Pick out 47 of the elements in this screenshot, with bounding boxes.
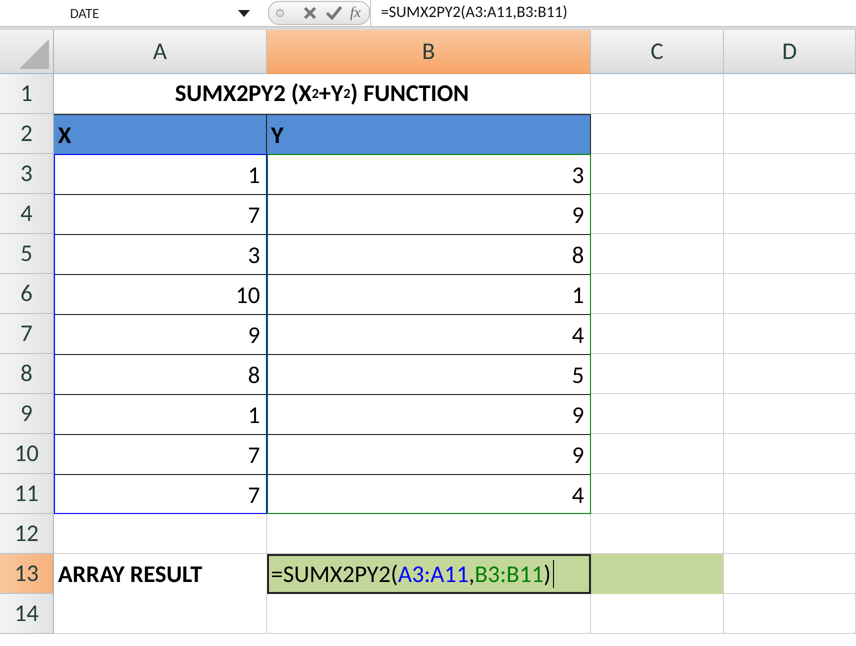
empty-cell[interactable] xyxy=(724,514,856,554)
empty-cell[interactable] xyxy=(724,594,856,634)
column-header[interactable]: D xyxy=(724,30,856,74)
formula-input-cell[interactable]: =SUMX2PY2(A3:A11,B3:B11) xyxy=(267,554,724,594)
row-header[interactable]: 8 xyxy=(0,354,54,394)
empty-cell[interactable] xyxy=(724,434,856,474)
empty-cell[interactable] xyxy=(724,154,856,194)
row-header[interactable]: 6 xyxy=(0,274,54,314)
check-icon[interactable] xyxy=(325,5,343,21)
row-header[interactable]: 11 xyxy=(0,474,54,514)
row-header[interactable]: 13 xyxy=(0,554,54,594)
table-header-cell: X xyxy=(54,114,267,154)
result-label: ARRAY RESULT xyxy=(57,558,204,590)
empty-cell[interactable] xyxy=(724,274,856,314)
row-header[interactable]: 12 xyxy=(0,514,54,554)
row-header[interactable]: 10 xyxy=(0,434,54,474)
empty-cell[interactable] xyxy=(724,234,856,274)
row-header[interactable]: 7 xyxy=(0,314,54,354)
empty-cell[interactable] xyxy=(267,594,591,634)
grip-icon xyxy=(275,8,285,18)
empty-cell[interactable] xyxy=(724,74,856,114)
insert-function-button[interactable]: fx xyxy=(350,4,361,22)
triangle-icon xyxy=(19,39,49,69)
row-header[interactable]: 5 xyxy=(0,234,54,274)
cancel-icon[interactable] xyxy=(302,5,318,21)
empty-cell[interactable] xyxy=(724,354,856,394)
empty-cell[interactable] xyxy=(724,194,856,234)
row-header[interactable]: 9 xyxy=(0,394,54,434)
empty-cell[interactable] xyxy=(724,314,856,354)
empty-cell[interactable] xyxy=(724,394,856,434)
empty-cell[interactable] xyxy=(267,514,591,554)
empty-cell[interactable] xyxy=(724,474,856,514)
formula-field[interactable]: =SUMX2PY2(A3:A11,B3:B11) xyxy=(370,0,856,26)
row-header[interactable]: 14 xyxy=(0,594,54,634)
row-header[interactable]: 2 xyxy=(0,114,54,154)
title-cell: SUMX2PY2 (X$^{2}$+Y$^{2}$) FUNCTION xyxy=(54,74,591,114)
name-box[interactable]: DATE xyxy=(0,4,262,22)
column-header[interactable]: A xyxy=(54,30,267,74)
table-header-cell: Y xyxy=(267,114,591,154)
column-header[interactable]: C xyxy=(591,30,724,74)
caret-icon xyxy=(238,10,250,16)
select-all-button[interactable] xyxy=(0,30,54,74)
row-header[interactable]: 4 xyxy=(0,194,54,234)
empty-cell[interactable] xyxy=(724,114,856,154)
row-header[interactable]: 3 xyxy=(0,154,54,194)
column-header[interactable]: B xyxy=(267,30,591,74)
row-header[interactable]: 1 xyxy=(0,74,54,114)
